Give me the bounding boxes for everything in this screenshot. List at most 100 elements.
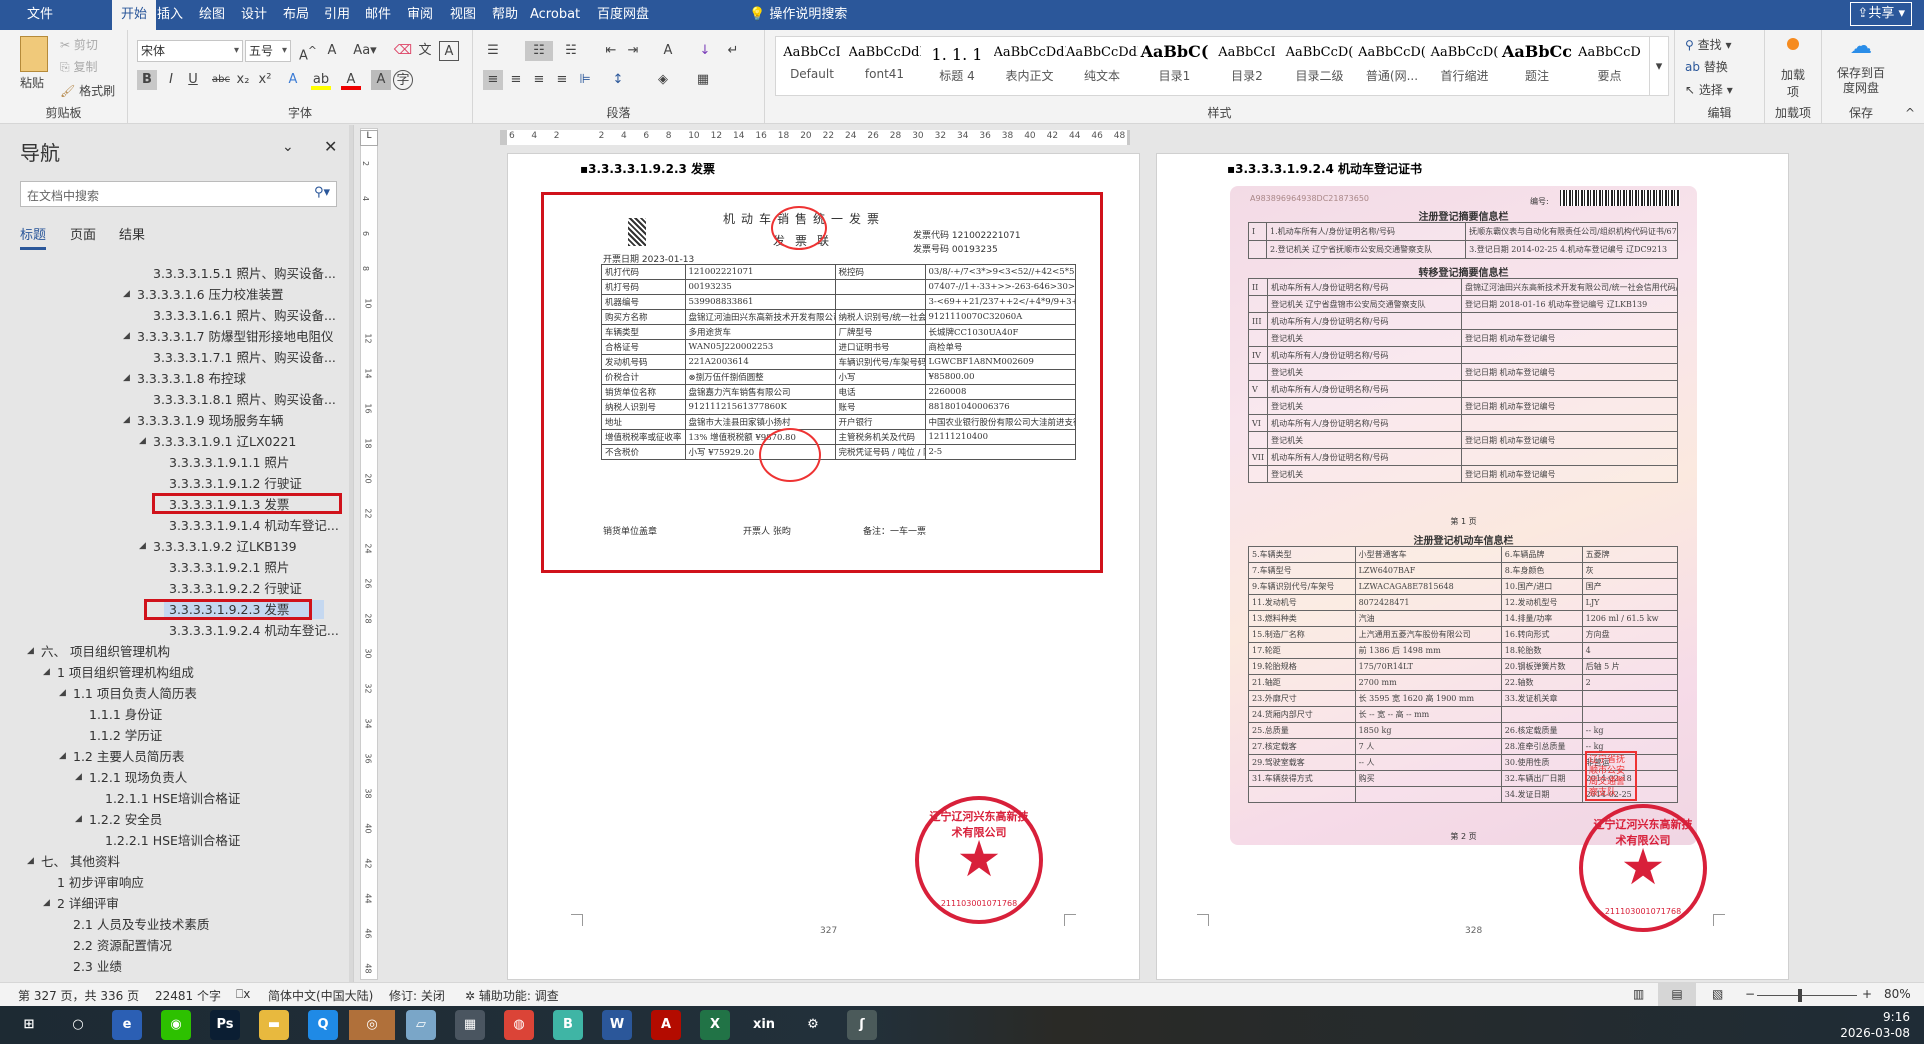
replace-button[interactable]: ab 替换	[1685, 58, 1728, 75]
print-layout-icon[interactable]: ▤	[1658, 983, 1696, 1007]
style-item[interactable]: AaBbC(目录1	[1139, 37, 1211, 95]
line-spacing-icon[interactable]: ↕	[608, 70, 628, 90]
tab-8[interactable]: 审阅	[398, 0, 442, 30]
zoom-slider[interactable]	[1757, 989, 1857, 1002]
proofing-icon[interactable]: ⎕x	[236, 987, 250, 1002]
zoom-slider-thumb[interactable]	[1798, 989, 1803, 1002]
tell-me-search[interactable]: 💡 操作说明搜索	[740, 0, 856, 30]
nav-heading-item[interactable]: ◢ 3.3.3.3.1.9.1 辽LX0221	[139, 431, 296, 452]
select-button[interactable]: ↖ 选择 ▾	[1685, 81, 1733, 98]
nav-heading-item[interactable]: ◢ 2 详细评审	[43, 893, 119, 914]
collapse-triangle-icon[interactable]: ◢	[123, 284, 130, 305]
tab-2[interactable]: 插入	[148, 0, 192, 30]
nav-heading-item[interactable]: 3.3.3.3.1.7.1 照片、购买设备...	[153, 347, 336, 368]
char-shading-icon[interactable]: A	[371, 70, 391, 90]
shrink-font-icon[interactable]: A	[322, 41, 342, 61]
collapse-triangle-icon[interactable]: ◢	[123, 368, 130, 389]
style-item[interactable]: AaBbCcD(目录二级	[1284, 37, 1356, 95]
strikethrough-icon[interactable]: abc	[211, 70, 231, 90]
track-changes-status[interactable]: 修订: 关闭	[389, 987, 445, 1004]
taskbar-photoshop-icon[interactable]: Ps	[210, 1010, 240, 1040]
nav-heading-item[interactable]: 3.3.3.3.1.6.1 照片、购买设备...	[153, 305, 336, 326]
nav-heading-item[interactable]: 3.3.3.3.1.9.1.1 照片	[169, 452, 289, 473]
tab-selector[interactable]: L	[360, 130, 378, 146]
nav-heading-item[interactable]: 2.2 资源配置情况	[73, 935, 172, 956]
tab-4[interactable]: 设计	[232, 0, 276, 30]
addins-button[interactable]: 加载项	[1777, 66, 1809, 100]
word-count[interactable]: 22481 个字	[155, 987, 221, 1004]
tab-6[interactable]: 引用	[315, 0, 359, 30]
tab-5[interactable]: 布局	[274, 0, 318, 30]
tab-12[interactable]: 百度网盘	[588, 0, 658, 30]
sort-icon[interactable]: ↓	[695, 41, 715, 61]
nav-heading-item[interactable]: 3.3.3.3.1.8.1 照片、购买设备...	[153, 389, 336, 410]
distributed-icon[interactable]: ⊫	[575, 70, 595, 90]
taskbar-browser-360-icon[interactable]: e	[112, 1010, 142, 1040]
cut-button[interactable]: ✂ 剪切	[60, 36, 98, 53]
save-to-baidu-button[interactable]: 保存到百度网盘	[1832, 66, 1890, 96]
nav-heading-item[interactable]: 1.1.2 学历证	[89, 725, 162, 746]
vertical-ruler[interactable]: 2 4 6 8 10 12 14 16 18 20 22 24 26 28 30 32 34 36 38 40 42 44…	[360, 128, 378, 980]
font-color-icon[interactable]: A	[341, 70, 361, 90]
taskbar-search-icon[interactable]: ○	[63, 1010, 93, 1040]
taskbar-green-app-icon[interactable]: ʃ	[847, 1010, 877, 1040]
align-center-icon[interactable]: ≡	[506, 70, 526, 90]
taskbar-excel-icon[interactable]: X	[700, 1010, 730, 1040]
collapse-triangle-icon[interactable]: ◢	[43, 662, 50, 683]
nav-heading-item[interactable]: 1.2.1.1 HSE培训合格证	[105, 788, 240, 809]
nav-options-chevron-icon[interactable]: ⌄	[282, 139, 294, 155]
taskbar-qq-browser-icon[interactable]: Q	[308, 1010, 338, 1040]
char-border-icon[interactable]: A	[439, 41, 459, 61]
taskbar-start-icon[interactable]: ⊞	[14, 1010, 44, 1040]
enclose-char-icon[interactable]: 字	[393, 70, 413, 90]
nav-heading-item[interactable]: ◢ 3.3.3.3.1.9.2 辽LKB139	[139, 536, 297, 557]
style-item[interactable]: AaBbCcD(首行缩进	[1429, 37, 1501, 95]
read-mode-icon[interactable]: ▥	[1633, 987, 1644, 1001]
multilevel-list-icon[interactable]: ☵	[561, 41, 581, 61]
nav-heading-item[interactable]: 2.3 业绩	[73, 956, 122, 977]
collapse-triangle-icon[interactable]: ◢	[75, 809, 82, 830]
zoom-in-button[interactable]: +	[1862, 987, 1872, 1001]
taskbar-word-icon[interactable]: W	[602, 1010, 632, 1040]
style-item[interactable]: 1. 1. 1 标题 4	[921, 37, 993, 95]
nav-tab-results[interactable]: 结果	[119, 224, 145, 243]
taskbar-acrobat-icon[interactable]: A	[651, 1010, 681, 1040]
align-left-icon[interactable]: ≡	[483, 70, 503, 90]
taskbar-chrome-icon[interactable]: ◍	[504, 1010, 534, 1040]
asian-layout-icon[interactable]: A	[658, 41, 678, 61]
nav-heading-item[interactable]: 1.1.1 身份证	[89, 704, 162, 725]
nav-heading-item[interactable]: 1.2.2.1 HSE培训合格证	[105, 830, 240, 851]
styles-more-icon[interactable]: ▾	[1649, 36, 1669, 96]
nav-heading-item[interactable]: ◢ 1.2 主要人员简历表	[59, 746, 184, 767]
zoom-level[interactable]: 80%	[1884, 987, 1911, 1001]
nav-heading-item[interactable]: 2.1 人员及专业技术素质	[73, 914, 209, 935]
taskbar-file-explorer-icon[interactable]: ▬	[259, 1010, 289, 1040]
tab-0[interactable]: 文件	[18, 0, 62, 30]
collapse-triangle-icon[interactable]: ◢	[123, 410, 130, 431]
tab-9[interactable]: 视图	[441, 0, 485, 30]
style-item[interactable]: AaBbCcDdI 纯文本	[1066, 37, 1138, 95]
collapse-triangle-icon[interactable]: ◢	[27, 851, 34, 872]
share-button[interactable]: ⇪共享 ▾	[1850, 2, 1912, 26]
collapse-triangle-icon[interactable]: ◢	[59, 746, 66, 767]
nav-heading-item[interactable]: ◢ 六、 项目组织管理机构	[27, 641, 170, 662]
numbering-icon[interactable]: ☷	[525, 41, 553, 61]
style-item[interactable]: AaBbCcD 要点	[1574, 37, 1646, 95]
italic-icon[interactable]: I	[161, 70, 181, 90]
copy-button[interactable]: ⎘ 复制	[60, 58, 97, 75]
nav-heading-item[interactable]: 3.3.3.3.1.5.1 照片、购买设备...	[153, 263, 336, 284]
nav-tab-headings[interactable]: 标题	[20, 224, 47, 250]
nav-heading-item[interactable]: ◢ 1.2.2 安全员	[75, 809, 162, 830]
tab-7[interactable]: 邮件	[356, 0, 400, 30]
borders-icon[interactable]: ▦	[693, 70, 713, 90]
nav-close-icon[interactable]: ✕	[324, 137, 337, 156]
style-item[interactable]: AaBbCc 题注	[1501, 37, 1573, 95]
nav-heading-item[interactable]: ◢ 3.3.3.3.1.8 布控球	[123, 368, 246, 389]
style-item[interactable]: AaBbCcDdI 表内正文	[994, 37, 1066, 95]
taskbar-notepad-icon[interactable]: ▱	[406, 1010, 436, 1040]
style-item[interactable]: AaBbCcI Default	[776, 37, 848, 95]
nav-heading-item[interactable]: 3.3.3.3.1.9.2.2 行驶证	[169, 578, 302, 599]
find-button[interactable]: ⚲ 查找 ▾	[1685, 36, 1731, 53]
phonetic-guide-icon[interactable]: 文	[415, 41, 435, 61]
paste-button[interactable]: 粘贴	[20, 74, 44, 91]
